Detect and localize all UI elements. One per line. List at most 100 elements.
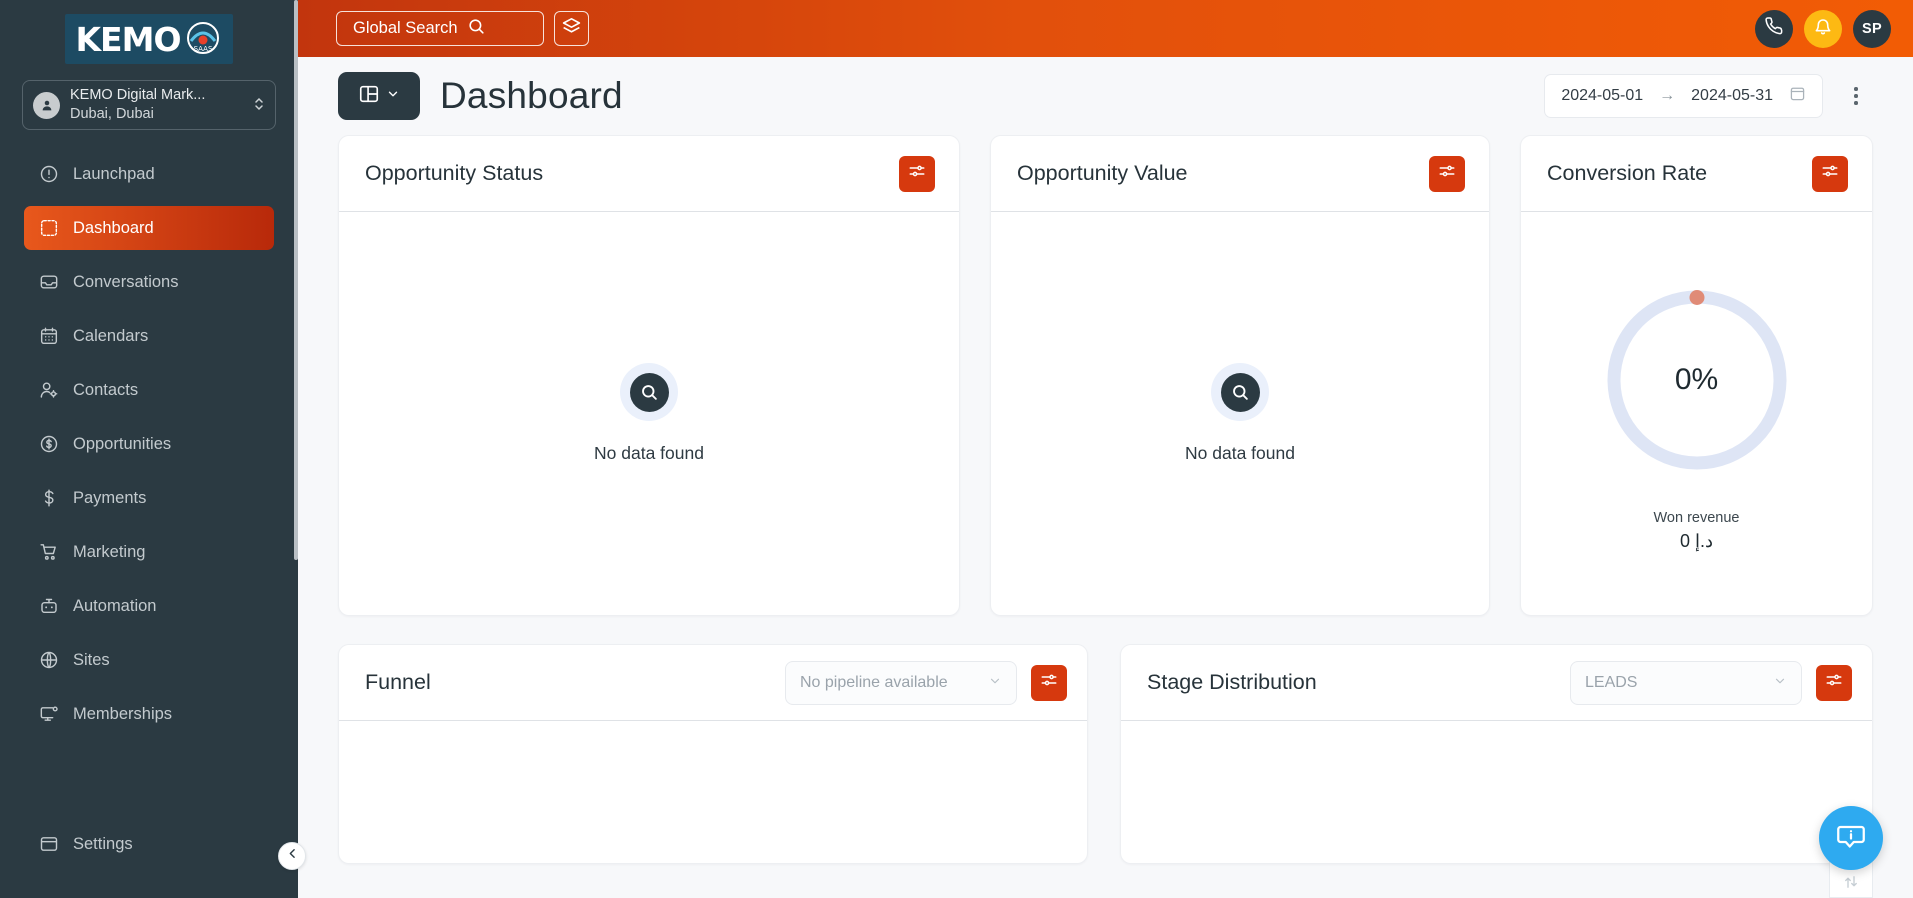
layers-button[interactable] bbox=[554, 11, 589, 46]
sidebar-item-settings[interactable]: Settings bbox=[24, 822, 274, 866]
sidebar-item-launchpad[interactable]: Launchpad bbox=[24, 152, 274, 196]
card-header: Opportunity Status bbox=[339, 136, 959, 212]
card-stage-distribution: Stage Distribution LEADS bbox=[1120, 644, 1873, 864]
chevron-updown-icon bbox=[253, 95, 265, 115]
card-filter-button[interactable] bbox=[1031, 664, 1067, 701]
notifications-button[interactable] bbox=[1804, 9, 1842, 48]
bell-icon bbox=[1813, 16, 1833, 41]
sidebar-item-label: Dashboard bbox=[73, 218, 154, 237]
sidebar: KEMO SAAS KEMO Digital Mark... Dubai, Du… bbox=[0, 0, 298, 898]
sidebar-collapse-button[interactable] bbox=[278, 842, 306, 870]
card-body: No data found bbox=[991, 212, 1489, 615]
card-header: Funnel No pipeline available bbox=[339, 645, 1087, 721]
monitor-user-icon bbox=[38, 703, 60, 725]
won-revenue-value: د.إ 0 bbox=[1679, 530, 1714, 551]
card-opportunity-value: Opportunity Value No data found bbox=[990, 135, 1490, 616]
sliders-icon bbox=[908, 162, 926, 185]
sidebar-item-conversations[interactable]: Conversations bbox=[24, 260, 274, 304]
kebab-menu-icon[interactable] bbox=[1839, 76, 1873, 116]
page-header-actions: 2024-05-01 → 2024-05-31 bbox=[1544, 74, 1873, 118]
account-name: KEMO Digital Mark... bbox=[70, 87, 206, 104]
date-from-input[interactable]: 2024-05-01 bbox=[1561, 87, 1643, 105]
user-pin-icon bbox=[33, 91, 60, 119]
pipeline-select[interactable]: No pipeline available bbox=[785, 660, 1017, 705]
globe-icon bbox=[38, 649, 60, 671]
logo-text: KEMO bbox=[75, 19, 181, 59]
global-search-button[interactable]: Global Search bbox=[336, 11, 544, 46]
sidebar-item-label: Automation bbox=[73, 596, 157, 615]
card-funnel: Funnel No pipeline available bbox=[338, 644, 1088, 864]
empty-state-icon bbox=[1211, 363, 1269, 421]
card-filter-button[interactable] bbox=[899, 155, 935, 192]
sliders-icon bbox=[1825, 671, 1843, 694]
sidebar-item-label: Settings bbox=[73, 834, 133, 853]
chat-widget-button[interactable] bbox=[1819, 806, 1883, 870]
sidebar-item-marketing[interactable]: Marketing bbox=[24, 530, 274, 574]
date-to-input[interactable]: 2024-05-31 bbox=[1691, 87, 1773, 105]
donut-chart: 0% bbox=[1599, 282, 1795, 478]
sidebar-item-opportunities[interactable]: Opportunities bbox=[24, 422, 274, 466]
sidebar-item-memberships[interactable]: Memberships bbox=[24, 692, 274, 736]
card-title: Opportunity Status bbox=[365, 161, 544, 185]
chevron-down-icon bbox=[988, 674, 1002, 691]
app-root: KEMO SAAS KEMO Digital Mark... Dubai, Du… bbox=[0, 0, 1913, 898]
sidebar-item-payments[interactable]: Payments bbox=[24, 476, 274, 520]
card-conversion-rate: Conversion Rate 0% Won revenue د.إ 0 bbox=[1520, 135, 1873, 616]
account-location: Dubai, Dubai bbox=[70, 106, 154, 122]
shopping-cart-icon bbox=[38, 541, 60, 563]
sidebar-item-label: Payments bbox=[73, 488, 147, 507]
window-icon bbox=[38, 833, 60, 855]
card-body: No data found bbox=[339, 212, 959, 615]
empty-state-text: No data found bbox=[1185, 443, 1295, 463]
cards-row-2: Funnel No pipeline available Stage Distr… bbox=[338, 644, 1873, 864]
layers-icon bbox=[561, 16, 582, 42]
cards-row-1: Opportunity Status No data found Opportu… bbox=[338, 135, 1873, 616]
avatar[interactable]: SP bbox=[1853, 9, 1891, 48]
card-body bbox=[1121, 721, 1872, 863]
stage-select-value: LEADS bbox=[1585, 673, 1638, 691]
calendar-icon[interactable] bbox=[1789, 85, 1806, 107]
sidebar-item-label: Calendars bbox=[73, 326, 149, 345]
card-filter-button[interactable] bbox=[1812, 155, 1848, 192]
won-revenue-label: Won revenue bbox=[1653, 509, 1740, 526]
sidebar-item-contacts[interactable]: Contacts bbox=[24, 368, 274, 412]
layout-picker-button[interactable] bbox=[338, 72, 420, 120]
pipeline-select-value: No pipeline available bbox=[800, 673, 948, 691]
sidebar-item-label: Conversations bbox=[73, 272, 179, 291]
card-title: Funnel bbox=[365, 670, 431, 694]
date-arrow-icon: → bbox=[1659, 87, 1676, 104]
sidebar-item-dashboard[interactable]: Dashboard bbox=[24, 206, 274, 250]
sidebar-nav: Launchpad Dashboard Conversations Calend… bbox=[0, 152, 298, 822]
card-filter-button[interactable] bbox=[1816, 664, 1852, 701]
sidebar-item-calendars[interactable]: Calendars bbox=[24, 314, 274, 358]
dollar-sign-icon bbox=[38, 487, 60, 509]
page-title: Dashboard bbox=[440, 75, 623, 116]
conversion-gauge: 0% Won revenue د.إ 0 bbox=[1599, 212, 1795, 615]
dashboard-content: Opportunity Status No data found Opportu… bbox=[298, 135, 1913, 898]
sliders-icon bbox=[1821, 162, 1839, 185]
card-body: 0% Won revenue د.إ 0 bbox=[1521, 212, 1872, 615]
sidebar-item-automation[interactable]: Automation bbox=[24, 584, 274, 628]
empty-state-icon bbox=[620, 363, 678, 421]
sidebar-item-label: Marketing bbox=[73, 542, 146, 561]
stage-select[interactable]: LEADS bbox=[1570, 660, 1802, 705]
card-filter-button[interactable] bbox=[1429, 155, 1465, 192]
card-title: Stage Distribution bbox=[1147, 670, 1317, 694]
phone-button[interactable] bbox=[1755, 9, 1793, 48]
topbar-actions: SP bbox=[1755, 9, 1891, 48]
card-title: Conversion Rate bbox=[1547, 161, 1708, 185]
sidebar-item-label: Opportunities bbox=[73, 434, 172, 453]
dollar-circle-icon bbox=[38, 433, 60, 455]
account-switcher[interactable]: KEMO Digital Mark... Dubai, Dubai bbox=[22, 80, 276, 130]
sidebar-item-sites[interactable]: Sites bbox=[24, 638, 274, 682]
global-search-label: Global Search bbox=[353, 19, 458, 37]
robot-icon bbox=[38, 595, 60, 617]
brand-logo[interactable]: KEMO SAAS bbox=[0, 0, 298, 70]
search-icon bbox=[1220, 372, 1260, 412]
date-range-picker[interactable]: 2024-05-01 → 2024-05-31 bbox=[1544, 74, 1823, 118]
inbox-icon bbox=[38, 271, 60, 293]
alert-circle-icon bbox=[38, 163, 60, 185]
card-title: Opportunity Value bbox=[1017, 161, 1188, 185]
layout-grid-icon bbox=[358, 83, 380, 110]
card-body bbox=[339, 721, 1087, 863]
